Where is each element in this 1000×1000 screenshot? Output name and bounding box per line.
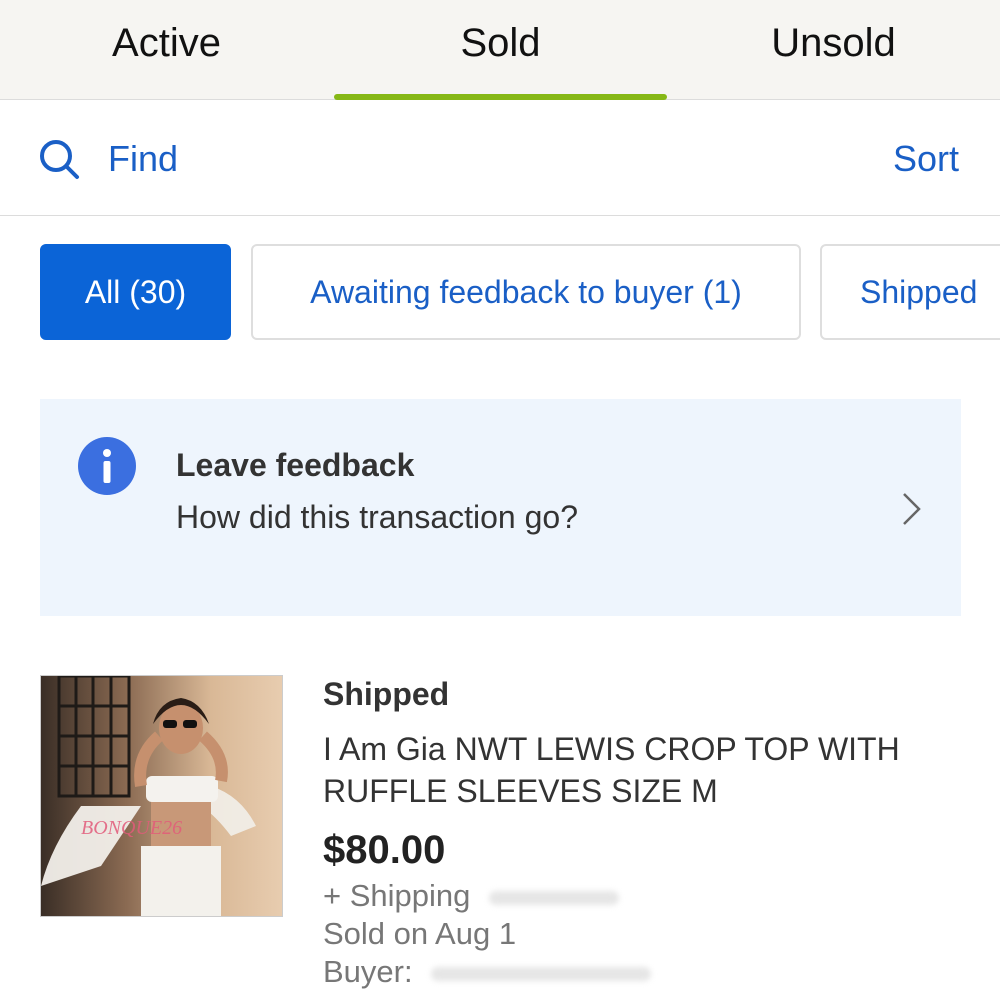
listing-photo-image: BONQUE26: [41, 676, 282, 916]
buyer-label: Buyer:: [323, 954, 413, 989]
listing-title[interactable]: I Am Gia NWT LEWIS CROP TOP WITH RUFFLE …: [323, 728, 963, 812]
sold-listing-item[interactable]: BONQUE26 Shipped I Am Gia NWT LEWIS CROP…: [0, 660, 1000, 1000]
shipping-label: + Shipping: [323, 878, 471, 913]
filter-chip-shipped[interactable]: Shipped: [820, 244, 1000, 340]
find-label: Find: [108, 138, 179, 179]
filter-chip-awaiting-feedback[interactable]: Awaiting feedback to buyer (1): [251, 244, 801, 340]
listing-price: $80.00: [323, 828, 446, 872]
leave-feedback-banner[interactable]: Leave feedback How did this transaction …: [40, 399, 961, 616]
watermark-text: BONQUE26: [81, 817, 182, 839]
sort-button[interactable]: Sort: [893, 136, 959, 182]
filter-chip-all[interactable]: All (30): [40, 244, 231, 340]
buyer-line: Buyer:: [323, 954, 652, 990]
search-sort-bar: Find Sort: [0, 100, 1000, 216]
buyer-name-redacted: [431, 966, 652, 981]
find-button[interactable]: Find: [38, 136, 178, 182]
tab-unsold[interactable]: Unsold: [667, 0, 1000, 100]
sold-listings-screen: Active Sold Unsold Find Sort All (30) Aw…: [0, 0, 1000, 1000]
shipping-line: + Shipping: [323, 878, 619, 914]
listing-status: Shipped: [323, 676, 450, 712]
listing-photo[interactable]: BONQUE26: [40, 675, 283, 917]
tab-sold-label: Sold: [460, 21, 541, 65]
chevron-right-icon: [903, 493, 921, 525]
banner-subtitle: How did this transaction go?: [176, 499, 578, 535]
info-icon: [78, 437, 136, 495]
filter-chips: All (30) Awaiting feedback to buyer (1) …: [0, 244, 1000, 342]
listing-status-tabs: Active Sold Unsold: [0, 0, 1000, 100]
search-icon: [40, 140, 79, 179]
tab-active[interactable]: Active: [0, 0, 333, 100]
tab-sold[interactable]: Sold: [334, 0, 667, 100]
banner-title: Leave feedback: [176, 447, 415, 483]
sold-date: Sold on Aug 1: [323, 916, 517, 951]
shipping-cost-redacted: [489, 890, 619, 905]
